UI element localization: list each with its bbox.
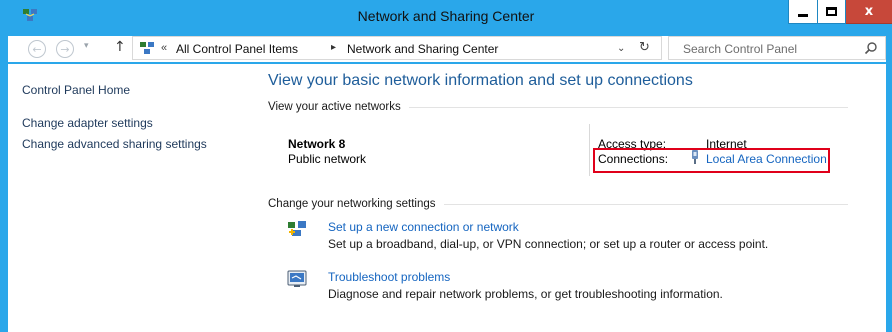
title-bar[interactable]: Network and Sharing Center x [0, 0, 892, 32]
content-area: Control Panel Home Change adapter settin… [8, 64, 886, 332]
address-dropdown-icon[interactable]: ⌄ [617, 43, 625, 54]
minimize-button[interactable] [788, 0, 818, 24]
close-icon: x [864, 4, 874, 19]
sidebar-item-control-panel-home[interactable]: Control Panel Home [22, 83, 130, 98]
network-name: Network 8 [288, 137, 346, 151]
breadcrumb-network-and-sharing-center[interactable]: Network and Sharing Center [347, 42, 498, 56]
ethernet-icon [692, 150, 698, 164]
back-button[interactable]: ← [28, 40, 46, 58]
networking-settings-heading: Change your networking settings [268, 198, 848, 210]
maximize-icon [826, 7, 837, 16]
breadcrumb-overflow[interactable]: « [161, 42, 167, 54]
control-panel-icon [140, 42, 154, 54]
search-icon[interactable] [864, 41, 878, 55]
setup-new-connection-link[interactable]: Set up a new connection or network [328, 220, 519, 234]
local-area-connection-link[interactable]: Local Area Connection [706, 152, 827, 166]
new-connection-icon [288, 221, 306, 236]
address-bar[interactable]: « All Control Panel Items ▸ Network and … [132, 36, 662, 60]
troubleshoot-icon [287, 270, 307, 287]
up-arrow-icon[interactable]: ↑ [114, 39, 126, 55]
network-divider [589, 124, 590, 176]
breadcrumb-all-control-panel-items[interactable]: All Control Panel Items [176, 42, 298, 56]
setup-new-connection-description: Set up a broadband, dial-up, or VPN conn… [328, 237, 769, 251]
page-title: View your basic network information and … [268, 72, 693, 89]
connections-label: Connections: [598, 152, 669, 166]
forward-button[interactable]: → [56, 40, 74, 58]
refresh-icon[interactable]: ↻ [639, 40, 650, 55]
networking-settings-heading-text: Change your networking settings [268, 198, 436, 210]
breadcrumb-separator-icon[interactable]: ▸ [331, 42, 336, 53]
sidebar-item-change-advanced-sharing-settings[interactable]: Change advanced sharing settings [22, 137, 222, 152]
navigation-bar: ← → ▾ ↑ « All Control Panel Items ▸ Netw… [8, 36, 886, 62]
window: Network and Sharing Center x ← → ▾ ↑ « A… [0, 0, 892, 332]
troubleshoot-problems-link[interactable]: Troubleshoot problems [328, 270, 450, 284]
minimize-icon [798, 14, 808, 17]
heading-divider [443, 203, 848, 205]
search-placeholder: Search Control Panel [683, 42, 798, 56]
troubleshoot-problems-description: Diagnose and repair network problems, or… [328, 287, 723, 301]
forward-arrow-icon: → [60, 42, 70, 56]
close-button[interactable]: x [846, 0, 892, 24]
recent-locations-dropdown-icon[interactable]: ▾ [84, 41, 89, 51]
active-networks-heading-text: View your active networks [268, 101, 401, 113]
network-category: Public network [288, 152, 367, 166]
back-arrow-icon: ← [32, 42, 42, 56]
maximize-button[interactable] [817, 0, 846, 24]
active-networks-heading: View your active networks [268, 101, 848, 113]
heading-divider [408, 106, 848, 108]
main-panel: View your basic network information and … [266, 64, 886, 332]
window-title: Network and Sharing Center [357, 8, 535, 24]
sidebar-item-change-adapter-settings[interactable]: Change adapter settings [22, 116, 153, 131]
search-input[interactable]: Search Control Panel [668, 36, 886, 60]
